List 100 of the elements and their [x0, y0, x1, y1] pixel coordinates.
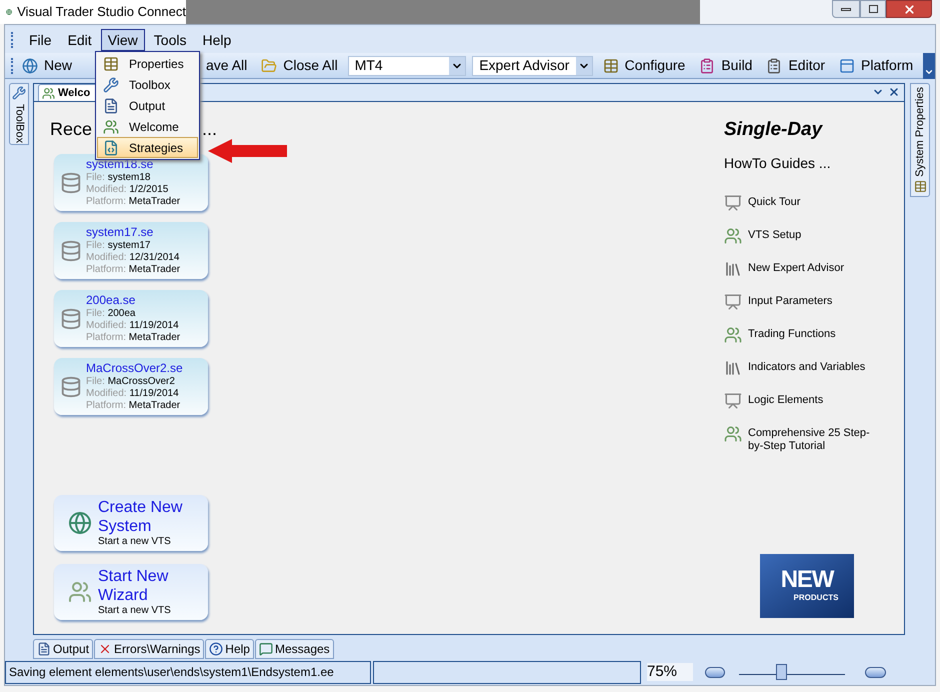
menu-entry[interactable]: Welcome [97, 116, 198, 137]
wrench-icon [12, 86, 26, 100]
action-card-button[interactable]: Create New System Start a new VTS [54, 495, 208, 551]
people-icon [724, 326, 742, 344]
bottom-tab[interactable]: Errors\Warnings [94, 639, 204, 659]
toolbar-button[interactable]: ave All [206, 54, 252, 76]
globe-icon [68, 511, 92, 535]
globe-icon [22, 58, 38, 74]
properties-icon [914, 180, 926, 193]
people-icon [68, 580, 92, 604]
zoom-slider-thumb[interactable] [776, 664, 788, 680]
guide-link[interactable]: Indicators and Variables [724, 358, 884, 378]
platform-line: Platform: MetaTrader [86, 196, 180, 208]
presentation-icon [724, 292, 742, 310]
modified-line: Modified: 11/19/2014 [86, 388, 180, 400]
menu-item[interactable]: Help [195, 29, 238, 51]
menu-item[interactable]: View [100, 29, 145, 51]
toolbar-overflow-button[interactable] [923, 52, 935, 78]
guides-title: Single-Day [724, 118, 824, 142]
zoom-reading: 75% [647, 663, 693, 681]
file-line: File: system17 [86, 240, 152, 252]
close-button[interactable] [886, 0, 932, 18]
toolbox-side-tab[interactable]: ToolBox [9, 83, 29, 145]
system-properties-side-tab[interactable]: System Properties [910, 83, 930, 197]
dropdown-field[interactable]: Expert Advisor [472, 56, 593, 76]
properties-icon [602, 58, 619, 74]
menu-item[interactable]: File [22, 29, 59, 51]
guide-link[interactable]: New Expert Advisor [724, 260, 884, 280]
computer-database-icon [60, 376, 82, 398]
recent-system-card[interactable]: 200ea.se File: 200ea Modified: 11/19/2014 Platform: MetaTrader [54, 290, 208, 347]
computer-database-icon [60, 308, 82, 330]
zoom-in-button[interactable] [865, 666, 886, 678]
toolbar-button[interactable]: Editor [762, 54, 830, 76]
wrench-icon [103, 76, 119, 92]
people-icon [724, 424, 742, 442]
people-icon [724, 226, 742, 244]
presentation-icon [724, 194, 742, 212]
presentation-icon [724, 392, 742, 410]
action-card-button[interactable]: Start New Wizard Start a new VTS [54, 564, 208, 620]
guides-subtitle: HowTo Guides ... [724, 154, 832, 172]
people-icon [103, 118, 119, 134]
maximize-button[interactable] [860, 0, 886, 18]
menu-entry[interactable]: Properties [97, 53, 198, 74]
toolbar-button[interactable]: Close All [257, 54, 342, 76]
modified-line: Modified: 12/31/2014 [86, 252, 180, 264]
menu-entry[interactable]: Strategies [97, 137, 198, 158]
bottom-tab[interactable]: Messages [254, 639, 334, 659]
modified-line: Modified: 1/2/2015 [86, 184, 170, 196]
document-icon [37, 642, 51, 656]
document-icon [103, 98, 119, 114]
zoom-out-button[interactable] [705, 666, 725, 678]
bottom-tab[interactable]: Help [205, 639, 254, 659]
properties-icon [103, 56, 119, 72]
file-line: File: 200ea [86, 308, 136, 320]
close-icon[interactable] [888, 86, 900, 98]
section-heading: ... [202, 118, 218, 141]
guide-link[interactable]: Quick Tour [724, 194, 884, 214]
zoom-slider[interactable] [739, 663, 845, 681]
system-name: MaCrossOver2.se [86, 361, 183, 376]
recent-system-card[interactable]: system17.se File: system17 Modified: 12/31/2014 Platform: MetaTrader [54, 222, 208, 279]
toolbar-button[interactable]: New [18, 54, 76, 76]
people-icon [42, 86, 55, 100]
promo-banner[interactable]: NEW PRODUCTS [760, 554, 854, 618]
platform-line: Platform: MetaTrader [86, 264, 180, 276]
platform-line: Platform: MetaTrader [86, 332, 180, 344]
window-title: Visual Trader Studio Connect [17, 3, 186, 22]
guide-link[interactable]: Comprehensive 25 Step-by-Step Tutorial [724, 424, 884, 452]
computer-database-icon [60, 240, 82, 262]
clipboard-icon [766, 58, 782, 74]
bottom-tab[interactable]: Output [33, 639, 94, 659]
recent-system-card[interactable]: system18.se File: system18 Modified: 1/2/2015 Platform: MetaTrader [54, 154, 208, 211]
toolbar-button[interactable]: Build [695, 54, 756, 76]
dropdown-field[interactable]: MT4 [348, 56, 466, 76]
help-icon [209, 642, 224, 656]
guide-link[interactable]: Logic Elements [724, 392, 884, 412]
toolbar-button[interactable]: Platform [835, 54, 918, 76]
menu-item[interactable]: Edit [60, 29, 99, 51]
computer-database-icon [60, 172, 82, 194]
close-icon [902, 2, 916, 16]
books-icon [724, 260, 742, 278]
system-name: system17.se [86, 225, 154, 240]
menu-item[interactable]: Tools [146, 29, 194, 51]
window-icon [839, 58, 856, 74]
file-line: File: MaCrossOver2 [86, 376, 176, 388]
toolbar-button[interactable]: Configure [598, 54, 690, 76]
code-document-icon [103, 140, 119, 156]
recent-system-card[interactable]: MaCrossOver2.se File: MaCrossOver2 Modified: 11/19/2014 Platform: MetaTrader [54, 358, 208, 415]
guide-link[interactable]: Trading Functions [724, 326, 884, 346]
system-name: system18.se [86, 157, 154, 172]
books-icon [724, 358, 742, 376]
status-message: Saving element elements\user\ends\system1\Endsystem1.ee [5, 660, 371, 684]
modified-line: Modified: 11/19/2014 [86, 320, 180, 332]
build-icon [699, 58, 716, 74]
folder-icon [261, 58, 278, 74]
platform-line: Platform: MetaTrader [86, 400, 182, 412]
system-name: 200ea.se [86, 293, 136, 308]
message-icon [258, 642, 273, 656]
guide-link[interactable]: Input Parameters [724, 292, 884, 312]
minimize-button[interactable] [832, 0, 860, 18]
guide-link[interactable]: VTS Setup [724, 226, 884, 246]
